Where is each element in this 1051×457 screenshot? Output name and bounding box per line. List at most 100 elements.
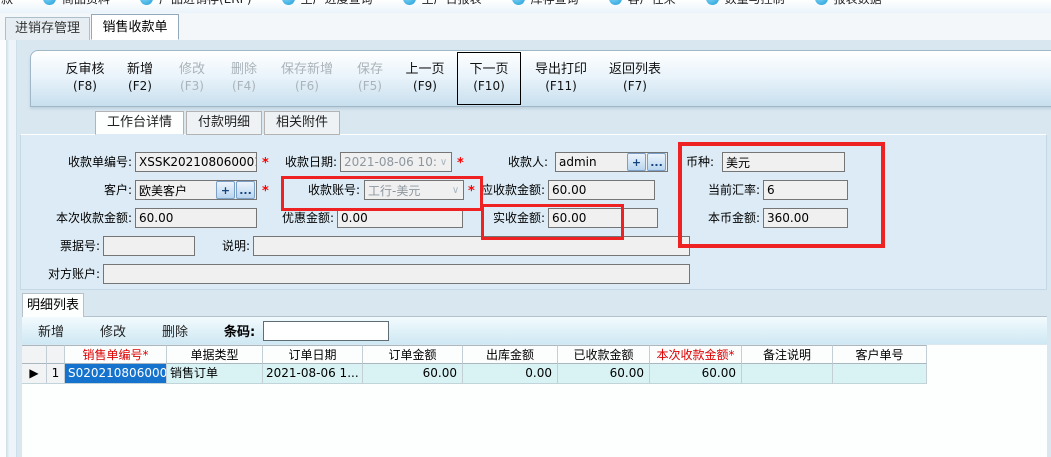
menu-item-quantity[interactable]: 数量与控制 bbox=[706, 0, 785, 7]
exchange-rate-value: 6 bbox=[764, 183, 847, 197]
receivable-label: 应收款金额: bbox=[479, 180, 545, 200]
menu-item-label: 产品进销存(ERP) bbox=[159, 0, 252, 7]
chevron-down-icon[interactable]: ∨ bbox=[436, 157, 451, 168]
col-remark[interactable]: 备注说明 bbox=[742, 345, 833, 364]
delete-button[interactable]: 删除(F4) bbox=[221, 55, 267, 102]
exchange-rate-input[interactable]: 6 bbox=[763, 180, 848, 200]
col-customer-order-no[interactable]: 客户单号 bbox=[833, 345, 927, 364]
menu-item-partial[interactable]: 款 bbox=[1, 0, 13, 7]
cell-outbound-amount[interactable]: 0.00 bbox=[463, 364, 558, 384]
save-button[interactable]: 保存(F5) bbox=[347, 55, 393, 102]
subtab-payment-detail[interactable]: 付款明细 bbox=[186, 111, 262, 135]
col-received-amount[interactable]: 已收款金额 bbox=[558, 345, 650, 364]
prev-page-button[interactable]: 上一页(F9) bbox=[399, 55, 451, 102]
cell-order-amount[interactable]: 60.00 bbox=[363, 364, 463, 384]
menu-item-customer[interactable]: 客户往来 bbox=[609, 0, 676, 7]
cell-order-date[interactable]: 2021-08-06 1... bbox=[263, 364, 363, 384]
detail-list-tab[interactable]: 明细列表 bbox=[22, 293, 84, 317]
cell-received-amount[interactable]: 60.00 bbox=[558, 364, 650, 384]
account-label: 收款账号: bbox=[298, 180, 360, 200]
receivable-value: 60.00 bbox=[549, 183, 654, 197]
col-outbound-amount[interactable]: 出库金额 bbox=[463, 345, 558, 364]
save-add-button[interactable]: 保存新增(F6) bbox=[273, 55, 341, 102]
unaudit-button[interactable]: 反审核(F8) bbox=[59, 55, 111, 102]
required-asterisk: * bbox=[468, 180, 475, 200]
subtab-workbench-detail[interactable]: 工作台详情 bbox=[95, 111, 184, 135]
cell-remark[interactable] bbox=[742, 364, 833, 384]
receipt-date-dropdown[interactable]: 2021-08-06 10:∨ bbox=[340, 152, 452, 172]
menu-item-goods[interactable]: 商品资料 bbox=[43, 0, 110, 7]
this-receipt-value: 60.00 bbox=[136, 211, 256, 225]
header-selector-cell bbox=[22, 345, 47, 364]
base-amount-input[interactable]: 360.00 bbox=[763, 208, 848, 228]
this-receipt-input[interactable]: 60.00 bbox=[135, 208, 257, 228]
left-panel-strip[interactable] bbox=[8, 40, 17, 457]
actual-amount-label: 实收金额: bbox=[485, 208, 545, 228]
left-splitter-strip[interactable] bbox=[0, 40, 7, 457]
row-arrow-icon: ▶ bbox=[22, 364, 47, 384]
menu-item-daily-report[interactable]: 生产日报表 bbox=[403, 0, 482, 7]
detail-edit-button[interactable]: 修改 bbox=[100, 321, 126, 340]
blue-dot-icon bbox=[512, 0, 525, 5]
payee-input[interactable]: admin+... bbox=[555, 152, 668, 172]
add-button[interactable]: 新增(F2) bbox=[117, 55, 163, 102]
col-this-amount[interactable]: 本次收款金额* bbox=[650, 345, 742, 364]
export-print-button[interactable]: 导出打印(F11) bbox=[527, 55, 595, 102]
menu-item-label: 报表数据 bbox=[834, 0, 882, 7]
ellipsis-button[interactable]: ... bbox=[236, 181, 255, 199]
detail-delete-button[interactable]: 删除 bbox=[162, 321, 188, 340]
receipt-no-value: XSSK202108060001 bbox=[136, 155, 256, 169]
note-input[interactable] bbox=[253, 236, 690, 256]
cell-doc-type[interactable]: 销售订单 bbox=[167, 364, 263, 384]
receipt-date-label: 收款日期: bbox=[267, 152, 337, 172]
plus-button[interactable]: + bbox=[627, 153, 646, 171]
edit-button[interactable]: 修改(F3) bbox=[169, 55, 215, 102]
barcode-input[interactable] bbox=[263, 321, 389, 341]
col-order-amount[interactable]: 订单金额 bbox=[363, 345, 463, 364]
menu-item-label: 商品资料 bbox=[62, 0, 110, 7]
table-row[interactable]: ▶ 1 S0202108060001 销售订单 2021-08-06 1... … bbox=[22, 364, 1047, 384]
tab-sales-receipt[interactable]: 销售收款单 bbox=[91, 14, 179, 40]
ellipsis-button[interactable]: ... bbox=[647, 153, 666, 171]
main-content: 反审核(F8) 新增(F2) 修改(F3) 删除(F4) 保存新增(F6) 保存… bbox=[0, 40, 1051, 457]
discount-value: 0.00 bbox=[338, 211, 462, 225]
menu-item-inventory[interactable]: 库存查询 bbox=[512, 0, 579, 7]
menu-item-erp[interactable]: 产品进销存(ERP) bbox=[140, 0, 252, 7]
menu-item-report[interactable]: 报表数据 bbox=[815, 0, 882, 7]
menu-item-progress[interactable]: 生产进度查询 bbox=[282, 0, 373, 7]
row-number: 1 bbox=[47, 364, 65, 384]
detail-add-button[interactable]: 新增 bbox=[38, 321, 64, 340]
account-value: 工行-美元 bbox=[365, 182, 448, 199]
col-order-date[interactable]: 订单日期 bbox=[263, 345, 363, 364]
payee-label: 收款人: bbox=[488, 152, 548, 172]
back-to-list-button[interactable]: 返回列表(F7) bbox=[601, 55, 669, 102]
barcode-label: 条码: bbox=[224, 321, 255, 340]
cell-this-amount[interactable]: 60.00 bbox=[650, 364, 742, 384]
menu-item-label: 库存查询 bbox=[531, 0, 579, 7]
subtab-attachments[interactable]: 相关附件 bbox=[264, 111, 340, 135]
blue-dot-icon bbox=[282, 0, 295, 5]
cell-customer-order-no[interactable] bbox=[833, 364, 927, 384]
cell-order-no[interactable]: S0202108060001 bbox=[65, 364, 167, 384]
account-dropdown[interactable]: 工行-美元∨ bbox=[364, 180, 464, 200]
plus-button[interactable]: + bbox=[216, 181, 235, 199]
header-rownum-cell bbox=[47, 345, 65, 364]
actual-amount-input[interactable]: 60.00 bbox=[548, 208, 658, 228]
col-doc-type[interactable]: 单据类型 bbox=[167, 345, 263, 364]
tab-inventory-management[interactable]: 进销存管理 bbox=[5, 17, 90, 40]
receipt-no-input[interactable]: XSSK202108060001 bbox=[135, 152, 257, 172]
next-page-button[interactable]: 下一页(F10) bbox=[457, 52, 521, 105]
col-order-no[interactable]: 销售单编号* bbox=[65, 345, 167, 364]
receivable-input[interactable]: 60.00 bbox=[548, 180, 655, 200]
bill-no-input[interactable] bbox=[103, 236, 195, 256]
top-menubar: 款 商品资料 产品进销存(ERP) 生产进度查询 生产日报表 库存查询 客户往来… bbox=[0, 0, 1051, 14]
chevron-down-icon[interactable]: ∨ bbox=[448, 185, 463, 196]
counter-account-input[interactable] bbox=[103, 264, 690, 284]
currency-input[interactable]: 美元 bbox=[722, 152, 845, 172]
counter-account-label: 对方账户: bbox=[38, 264, 100, 284]
detail-grid: 销售单编号* 单据类型 订单日期 订单金额 出库金额 已收款金额 本次收款金额*… bbox=[22, 345, 1047, 457]
blue-dot-icon bbox=[43, 0, 56, 5]
required-asterisk: * bbox=[457, 152, 464, 172]
discount-input[interactable]: 0.00 bbox=[337, 208, 463, 228]
customer-input[interactable]: 欧美客户+... bbox=[135, 180, 257, 200]
